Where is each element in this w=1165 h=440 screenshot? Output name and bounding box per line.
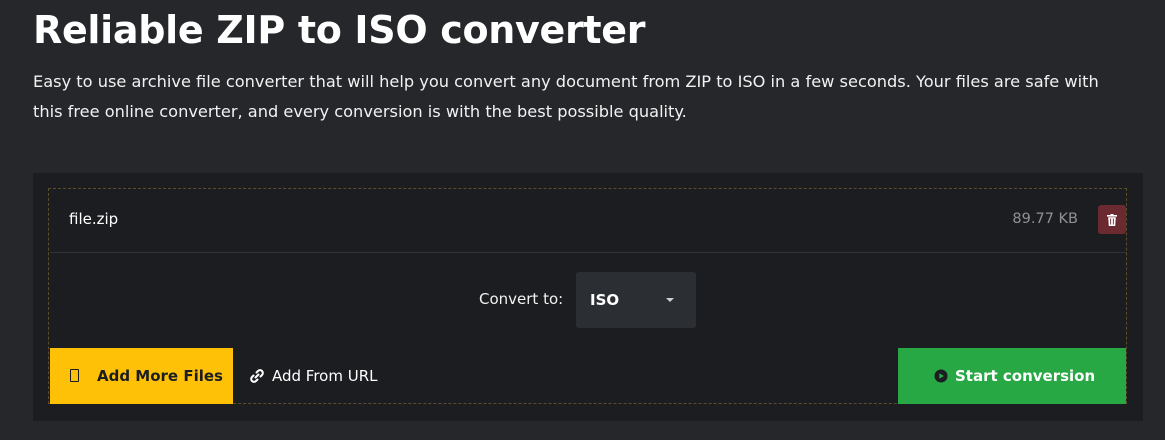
play-circle-icon	[934, 369, 948, 383]
start-conversion-button[interactable]: Start conversion	[898, 348, 1126, 404]
add-more-files-button[interactable]: Add More Files	[50, 348, 233, 404]
add-more-files-label: Add More Files	[97, 367, 223, 385]
delete-file-button[interactable]	[1098, 205, 1126, 234]
file-row: file.zip 89.77 KB	[50, 190, 1126, 253]
add-from-url-button[interactable]: Add From URL	[249, 348, 399, 404]
file-size: 89.77 KB	[1012, 211, 1078, 227]
trash-icon	[1107, 213, 1117, 226]
converter-panel: file.zip 89.77 KB Convert to: ISO Add Mo…	[33, 173, 1143, 421]
page-description: Easy to use archive file converter that …	[33, 72, 1099, 121]
convert-to-label: Convert to:	[479, 290, 564, 308]
file-icon	[70, 369, 79, 382]
page-title: Reliable ZIP to ISO converter	[33, 8, 646, 52]
link-icon	[250, 369, 264, 383]
format-select-value: ISO	[590, 291, 620, 309]
format-select[interactable]: ISO	[576, 272, 696, 328]
add-from-url-label: Add From URL	[272, 367, 378, 385]
start-conversion-label: Start conversion	[955, 367, 1096, 385]
chevron-down-icon	[666, 298, 674, 302]
file-name: file.zip	[69, 210, 119, 228]
action-bar: Add More Files Add From URL Start conver…	[50, 348, 1126, 404]
